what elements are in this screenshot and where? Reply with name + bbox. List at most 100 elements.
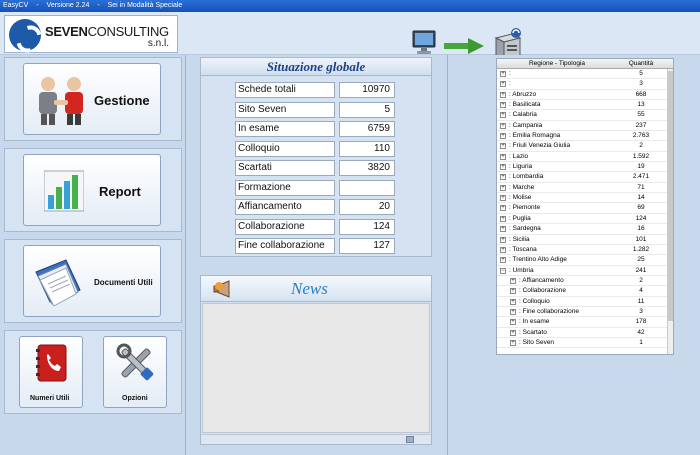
expand-icon[interactable]: + [500, 205, 506, 212]
tree-row-name: : Scartato [519, 328, 547, 336]
expand-icon[interactable]: + [500, 226, 506, 233]
expand-icon[interactable]: + [500, 184, 506, 191]
tools-icon [116, 343, 154, 381]
documenti-utili-button[interactable]: Documenti Utili [23, 245, 161, 317]
megaphone-icon [213, 280, 230, 298]
tree-row-qty: 2.471 [632, 173, 650, 181]
center-column: Situazione globale Schede totali 10970 Sit… [186, 55, 448, 455]
tree-row[interactable]: +: 5 [497, 69, 673, 80]
tree-row[interactable]: +: Lombardia 2.471 [497, 172, 673, 183]
expand-icon[interactable]: + [510, 319, 516, 326]
tree-scroll-thumb[interactable] [668, 71, 673, 321]
tree-row[interactable]: +: Trentino Alto Adige 25 [497, 255, 673, 266]
numeri-utili-button[interactable]: Numeri Utili [19, 336, 83, 408]
expand-icon[interactable]: + [500, 133, 506, 140]
tree-row[interactable]: +: Lazio 1.592 [497, 152, 673, 163]
tree-row-name: : Friuli Venezia Giulia [509, 142, 571, 150]
opzioni-button[interactable]: Opzioni [103, 336, 167, 408]
expand-icon[interactable]: + [510, 308, 516, 315]
tree-row[interactable]: +: Toscana 1.282 [497, 245, 673, 256]
expand-icon[interactable]: + [500, 122, 506, 129]
expand-icon[interactable]: + [500, 195, 506, 202]
tree-row[interactable]: +: Basilicata 13 [497, 100, 673, 111]
tree-row[interactable]: +: Colloquio 11 [497, 297, 673, 307]
news-panel: News [200, 275, 432, 445]
col-region-header[interactable]: Regione - Tipologia [507, 59, 607, 69]
tree-row[interactable]: +: Sito Seven 1 [497, 338, 673, 349]
situazione-row-label: Sito Seven [235, 101, 335, 118]
region-tree-grid[interactable]: Regione - Tipologia Quantità +:5 +:3 +: Ab… [496, 58, 674, 355]
expand-icon[interactable]: + [500, 143, 506, 150]
expand-icon[interactable]: + [500, 91, 506, 98]
handshake-people-icon [39, 77, 83, 125]
news-scrollbar[interactable] [202, 434, 430, 444]
situazione-row-label: Fine collaborazione [235, 238, 335, 254]
tree-row[interactable]: +: Emilia Romagna 2.763 [497, 131, 673, 142]
tree-row[interactable]: +: Fine collaborazione 3 [497, 307, 673, 318]
tree-row-name: : Trentino Alto Adige [509, 256, 567, 264]
tree-row-name: : Colloquio [519, 297, 550, 305]
tree-row-name: : Collaborazione [519, 287, 566, 295]
sync-arrow-icon [444, 38, 484, 54]
news-scroll-thumb[interactable] [406, 436, 414, 443]
tree-row[interactable]: +: Friuli Venezia Giulia 2 [497, 141, 673, 152]
window-titlebar: EasyCV - Versione 2.24 - Sei in Modalità… [0, 0, 700, 12]
company-logo: SEVENCONSULTING s.n.l. [4, 15, 178, 53]
expand-icon[interactable]: + [500, 257, 506, 264]
tree-row-qty: 2 [639, 142, 643, 150]
tree-row[interactable]: +: Affiancamento 2 [497, 276, 673, 287]
expand-icon[interactable]: + [500, 81, 506, 88]
situazione-row-value: 124 [339, 218, 395, 235]
expand-icon[interactable]: + [500, 153, 506, 160]
tree-row[interactable]: +: In esame 178 [497, 317, 673, 328]
tree-row[interactable]: +: Scartato 42 [497, 328, 673, 338]
collapse-icon[interactable]: − [500, 267, 506, 274]
expand-icon[interactable]: + [500, 174, 506, 181]
expand-icon[interactable]: + [510, 329, 516, 336]
tree-row[interactable]: −: Umbria 241 [497, 266, 673, 276]
tree-row[interactable]: +: Sicilia 101 [497, 235, 673, 245]
tree-row[interactable]: +: Sardegna 16 [497, 224, 673, 235]
col-qty-header[interactable]: Quantità [617, 59, 665, 69]
tree-row-qty: 1.592 [632, 152, 650, 160]
expand-icon[interactable]: + [510, 288, 516, 295]
gestione-button[interactable]: Gestione [23, 63, 161, 135]
situazione-globale-panel: Situazione globale Schede totali 10970 Sit… [200, 57, 432, 257]
tree-row-qty: 11 [637, 297, 645, 305]
expand-icon[interactable]: + [510, 339, 516, 346]
expand-icon[interactable]: + [510, 298, 516, 305]
situazione-row-label: Colloquio [235, 140, 335, 157]
tree-row[interactable]: +: Collaborazione 4 [497, 286, 673, 297]
tree-row[interactable]: +: Calabria 55 [497, 110, 673, 121]
tree-row[interactable]: +: Molise 14 [497, 193, 673, 204]
report-button[interactable]: Report [23, 154, 161, 226]
tree-row[interactable]: +: Marche 71 [497, 183, 673, 194]
expand-icon[interactable]: + [500, 112, 506, 119]
tree-row-name: : Basilicata [509, 101, 541, 109]
situazione-row-label: Scartati [235, 160, 335, 176]
tree-row[interactable]: +: Liguria 19 [497, 162, 673, 173]
documenti-label: Documenti Utili [94, 278, 153, 287]
tree-row-name: : Sardegna [509, 225, 541, 233]
tree-row-name: : Marche [509, 183, 535, 191]
tree-row-qty: 71 [637, 183, 645, 191]
situazione-row-label: Schede totali [235, 82, 335, 98]
news-header: News [201, 276, 431, 302]
expand-icon[interactable]: + [500, 236, 506, 243]
expand-icon[interactable]: + [500, 102, 506, 109]
tree-row-qty: 25 [637, 256, 645, 264]
expand-icon[interactable]: + [500, 215, 506, 222]
expand-icon[interactable]: + [500, 71, 506, 77]
expand-icon[interactable]: + [500, 164, 506, 171]
tree-scrollbar[interactable] [667, 69, 673, 354]
tree-row[interactable]: +: Abruzzo 668 [497, 90, 673, 101]
tree-row-name: : Affiancamento [519, 276, 564, 284]
expand-icon[interactable]: + [500, 246, 506, 253]
tree-row[interactable]: +: Campania 237 [497, 121, 673, 132]
tree-row[interactable]: +: Piemonte 69 [497, 203, 673, 214]
tree-row[interactable]: +: Puglia 124 [497, 214, 673, 225]
tree-row[interactable]: +: 3 [497, 79, 673, 90]
situazione-row-label: Affiancamento [235, 199, 335, 215]
expand-icon[interactable]: + [510, 277, 516, 284]
tree-row-qty: 3 [639, 307, 643, 315]
